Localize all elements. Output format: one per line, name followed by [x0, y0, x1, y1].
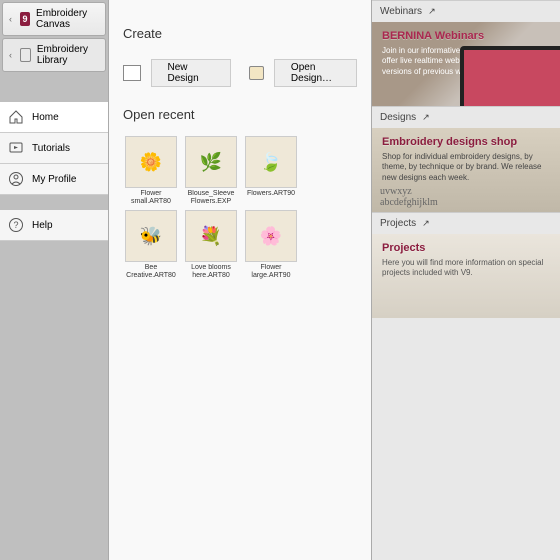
- tab-canvas-label: Embroidery Canvas: [36, 8, 99, 30]
- recent-thumb: 🐝: [125, 210, 177, 262]
- nav-tutorials[interactable]: Tutorials: [0, 133, 108, 164]
- recent-thumb: 🌼: [125, 136, 177, 188]
- tab-embroidery-canvas[interactable]: ‹ 9 Embroidery Canvas: [2, 2, 106, 36]
- laptop-illustration: [460, 46, 560, 106]
- recent-item[interactable]: 🐝 Bee Creative.ART80: [123, 210, 179, 280]
- chevron-left-icon: ‹: [9, 14, 12, 24]
- card-webinars-body[interactable]: BERNINA Webinars Join in our informative…: [372, 22, 560, 106]
- card-designs-body[interactable]: Embroidery designs shop Shop for individ…: [372, 128, 560, 212]
- nav-help[interactable]: ? Help: [0, 210, 108, 241]
- recent-caption: Bee Creative.ART80: [123, 264, 179, 280]
- recent-item[interactable]: 🌿 Blouse_Sleeve Flowers.EXP: [183, 136, 239, 206]
- card-designs-title: Embroidery designs shop: [382, 136, 550, 148]
- recent-item[interactable]: 🌼 Flower small.ART80: [123, 136, 179, 206]
- card-projects-header[interactable]: Projects ↗: [372, 212, 560, 234]
- nav-help-label: Help: [32, 220, 53, 231]
- nav-home-label: Home: [32, 112, 59, 123]
- open-design-button[interactable]: Open Design…: [249, 55, 357, 91]
- library-icon: [20, 48, 31, 62]
- svg-text:?: ?: [13, 220, 18, 230]
- card-projects-body[interactable]: Projects Here you will find more informa…: [372, 234, 560, 318]
- nav-tutorials-label: Tutorials: [32, 143, 70, 154]
- recent-thumb: 🍃: [245, 136, 297, 188]
- external-link-icon: ↗: [422, 218, 430, 229]
- new-design-icon: [123, 65, 141, 81]
- recent-thumb: 🌿: [185, 136, 237, 188]
- tab-library-label: Embroidery Library: [37, 44, 99, 66]
- tab-embroidery-library[interactable]: ‹ Embroidery Library: [2, 38, 106, 72]
- external-link-icon: ↗: [422, 112, 430, 123]
- recent-item[interactable]: 🌸 Flower large.ART90: [243, 210, 299, 280]
- recent-caption: Love blooms here.ART80: [183, 264, 239, 280]
- external-link-icon: ↗: [428, 6, 436, 17]
- home-icon: [8, 109, 24, 125]
- decoration-text: uvwxyzabcdefghijklm: [380, 186, 438, 208]
- recent-caption: Flowers.ART90: [247, 190, 295, 206]
- recent-caption: Blouse_Sleeve Flowers.EXP: [183, 190, 239, 206]
- recent-caption: Flower small.ART80: [123, 190, 179, 206]
- card-projects-desc: Here you will find more information on s…: [382, 258, 550, 279]
- open-design-label: Open Design…: [274, 59, 357, 87]
- tutorials-icon: [8, 140, 24, 156]
- card-designs-desc: Shop for individual embroidery designs, …: [382, 152, 550, 183]
- create-heading: Create: [123, 26, 357, 41]
- recent-item[interactable]: 💐 Love blooms here.ART80: [183, 210, 239, 280]
- nav-profile[interactable]: My Profile: [0, 164, 108, 195]
- help-icon: ?: [8, 217, 24, 233]
- card-projects-title: Projects: [382, 242, 550, 254]
- card-designs-header[interactable]: Designs ↗: [372, 106, 560, 128]
- card-webinars-title: BERNINA Webinars: [382, 30, 550, 42]
- nav-profile-label: My Profile: [32, 174, 76, 185]
- app-logo-icon: 9: [20, 12, 30, 26]
- folder-icon: [249, 66, 264, 80]
- recent-thumb: 💐: [185, 210, 237, 262]
- recent-thumb: 🌸: [245, 210, 297, 262]
- new-design-label: New Design: [151, 59, 231, 87]
- card-projects-tab: Projects: [380, 218, 416, 229]
- profile-icon: [8, 171, 24, 187]
- card-designs-tab: Designs: [380, 112, 416, 123]
- chevron-left-icon: ‹: [9, 50, 12, 60]
- recent-heading: Open recent: [123, 107, 357, 122]
- nav-home[interactable]: Home: [0, 102, 108, 133]
- new-design-button[interactable]: New Design: [123, 55, 231, 91]
- card-webinars-header[interactable]: Webinars ↗: [372, 0, 560, 22]
- recent-item[interactable]: 🍃 Flowers.ART90: [243, 136, 299, 206]
- card-webinars-tab: Webinars: [380, 6, 422, 17]
- recent-caption: Flower large.ART90: [243, 264, 299, 280]
